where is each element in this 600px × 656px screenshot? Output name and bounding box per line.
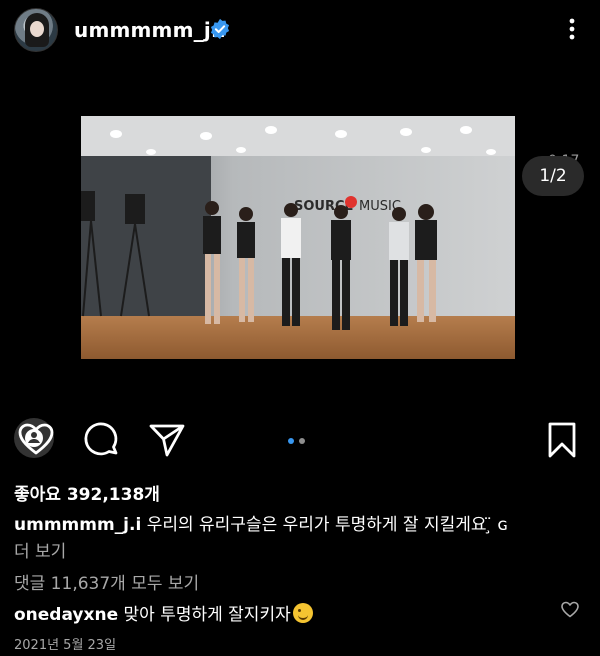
bookmark-icon[interactable] (542, 420, 582, 460)
like-count[interactable]: 좋아요 392,138개 (14, 480, 160, 505)
avatar[interactable] (14, 8, 58, 52)
carousel-counter-label: 1/2 (539, 166, 567, 186)
comment-text: 맞아 투명하게 잘지키자 (118, 605, 291, 625)
see-more-link[interactable]: 더 보기 (14, 537, 66, 562)
username[interactable]: ummmmm_j.i (74, 18, 226, 42)
verified-badge-icon (210, 18, 230, 40)
caption: ummmmm_j.i 우리의 유리구슬은 우리가 투명하게 잘 지킬게요 ̧̈ … (14, 510, 594, 535)
video-frame[interactable]: SOURCE MUSIC (81, 116, 515, 359)
more-options-icon[interactable] (560, 14, 584, 44)
carousel-dots (288, 438, 308, 446)
view-all-comments-link[interactable]: 댓글 11,637개 모두 보기 (14, 569, 199, 594)
caption-author[interactable]: ummmmm_j.i (14, 515, 141, 535)
post-header: ummmmm_j.i (0, 0, 600, 60)
comment-like-heart-icon[interactable] (560, 600, 580, 618)
carousel-dot (299, 438, 305, 444)
carousel-dot-active (288, 438, 294, 444)
like-heart-icon[interactable] (16, 420, 56, 460)
comment-author[interactable]: onedayxne (14, 605, 118, 625)
post-media[interactable]: SOURCE MUSIC 0:17 1/2 (0, 68, 600, 458)
carousel-counter: 1/2 (522, 156, 584, 196)
share-send-icon[interactable] (147, 420, 187, 460)
winking-face-emoji-icon (292, 603, 313, 623)
avatar-face (30, 21, 44, 37)
top-comment: onedayxne 맞아 투명하게 잘지키자 (14, 600, 313, 625)
dance-practice-video: SOURCE MUSIC (81, 116, 515, 359)
post-date: 2021년 5월 23일 (14, 638, 117, 653)
comment-icon[interactable] (82, 420, 122, 460)
caption-text: 우리의 유리구슬은 우리가 투명하게 잘 지킬게요 ̧̈ ɢ (141, 515, 509, 535)
